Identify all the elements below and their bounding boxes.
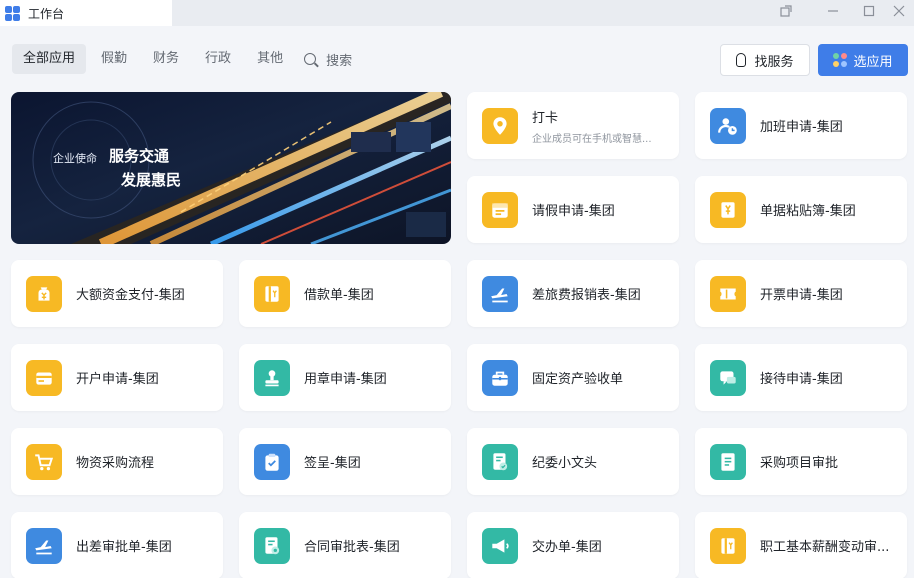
app-name: 合同审批表-集团 [304,540,400,555]
app-name: 差旅费报销表-集团 [532,288,641,303]
banner-slogan-line1: 服务交通 [109,147,170,165]
filter-all[interactable]: 全部应用 [12,44,87,74]
app-card[interactable]: 物资采购流程 [11,428,223,495]
app-card[interactable]: 开票申请-集团 [695,260,907,327]
search-icon [304,53,317,65]
find-service-label: 找服务 [754,54,794,70]
app-name: 交办单-集团 [532,540,602,555]
app-card[interactable]: 大额资金支付-集团 [11,260,223,327]
app-card[interactable]: 打卡企业成员可在手机或智慧... [467,92,679,159]
app-name: 请假申请-集团 [532,204,615,219]
app-card[interactable]: 签呈-集团 [239,428,451,495]
app-card[interactable]: 开户申请-集团 [11,344,223,411]
contract-icon [254,527,290,564]
service-icon [736,53,747,67]
money-bag-icon [26,275,62,312]
filter-attendance[interactable]: 假勤 [90,44,138,74]
banner[interactable]: 企业使命 服务交通 发展惠民 [11,92,451,244]
calendar-icon [482,191,518,228]
window-tab[interactable]: 工作台 [0,0,172,26]
app-card[interactable]: 单据粘贴簿-集团 [695,176,907,243]
app-card[interactable]: 加班申请-集团 [695,92,907,159]
overtime-clock-icon [710,107,746,144]
app-card[interactable]: 差旅费报销表-集团 [467,260,679,327]
pick-app-button[interactable]: 选应用 [818,44,908,76]
document-check-icon [482,443,518,480]
app-name: 开票申请-集团 [760,288,843,303]
workbench-icon [5,5,20,21]
receipt-icon [710,191,746,228]
search-label: 搜索 [326,53,353,69]
search-button[interactable]: 搜索 [304,50,352,69]
window-title: 工作台 [28,6,65,21]
filter-other[interactable]: 其他 [246,44,294,74]
app-card[interactable]: 请假申请-集团 [467,176,679,243]
app-name: 职工基本薪酬变动审... [760,540,890,555]
airplane-icon [26,527,62,564]
megaphone-icon [482,527,518,564]
app-card[interactable]: 纪委小文头 [467,428,679,495]
app-description: 企业成员可在手机或智慧... [532,133,652,145]
app-name: 纪委小文头 [532,456,598,471]
loan-icon [254,275,290,312]
card-icon [26,359,62,396]
pick-app-label: 选应用 [853,54,893,70]
banner-tag: 企业使命 [53,152,97,165]
app-card[interactable]: 固定资产验收单 [467,344,679,411]
category-filter: 全部应用 假勤 财务 行政 其他 搜索 [12,44,352,74]
apps-icon [833,53,848,67]
cart-icon [26,443,62,480]
airplane-icon [482,275,518,312]
chat-icon [710,359,746,396]
salary-icon [710,527,746,564]
app-card[interactable]: 接待申请-集团 [695,344,907,411]
ticket-icon [710,275,746,312]
app-card[interactable]: 出差审批单-集团 [11,512,223,578]
app-name: 借款单-集团 [304,288,374,303]
title-bar: 工作台 [0,0,914,26]
app-card[interactable]: 采购项目审批 [695,428,907,495]
location-pin-icon [482,107,518,144]
app-name: 开户申请-集团 [76,372,159,387]
app-name: 加班申请-集团 [760,120,843,135]
app-card[interactable]: 用章申请-集团 [239,344,451,411]
app-name: 签呈-集团 [304,456,361,471]
filter-admin[interactable]: 行政 [194,44,242,74]
find-service-button[interactable]: 找服务 [720,44,810,76]
app-card[interactable]: 合同审批表-集团 [239,512,451,578]
maximize-icon[interactable] [852,0,886,22]
close-icon[interactable] [884,0,914,22]
banner-slogan-line2: 发展惠民 [121,171,182,189]
banner-highway-image [32,92,451,244]
clipboard-icon [254,443,290,480]
app-name: 打卡 [532,110,559,126]
toolbox-icon [482,359,518,396]
filter-finance[interactable]: 财务 [142,44,190,74]
app-name: 采购项目审批 [760,456,839,471]
app-name: 出差审批单-集团 [76,540,172,555]
app-name: 接待申请-集团 [760,372,843,387]
minimize-icon[interactable] [816,0,850,22]
app-name: 单据粘贴簿-集团 [760,204,856,219]
app-name: 物资采购流程 [76,456,155,471]
app-card[interactable]: 借款单-集团 [239,260,451,327]
app-name: 固定资产验收单 [532,372,624,387]
app-name: 用章申请-集团 [304,372,387,387]
stamp-icon [254,359,290,396]
pop-out-icon[interactable] [769,0,803,22]
document-list-icon [710,443,746,480]
app-card[interactable]: 职工基本薪酬变动审... [695,512,907,578]
app-card[interactable]: 交办单-集团 [467,512,679,578]
app-name: 大额资金支付-集团 [76,288,185,303]
